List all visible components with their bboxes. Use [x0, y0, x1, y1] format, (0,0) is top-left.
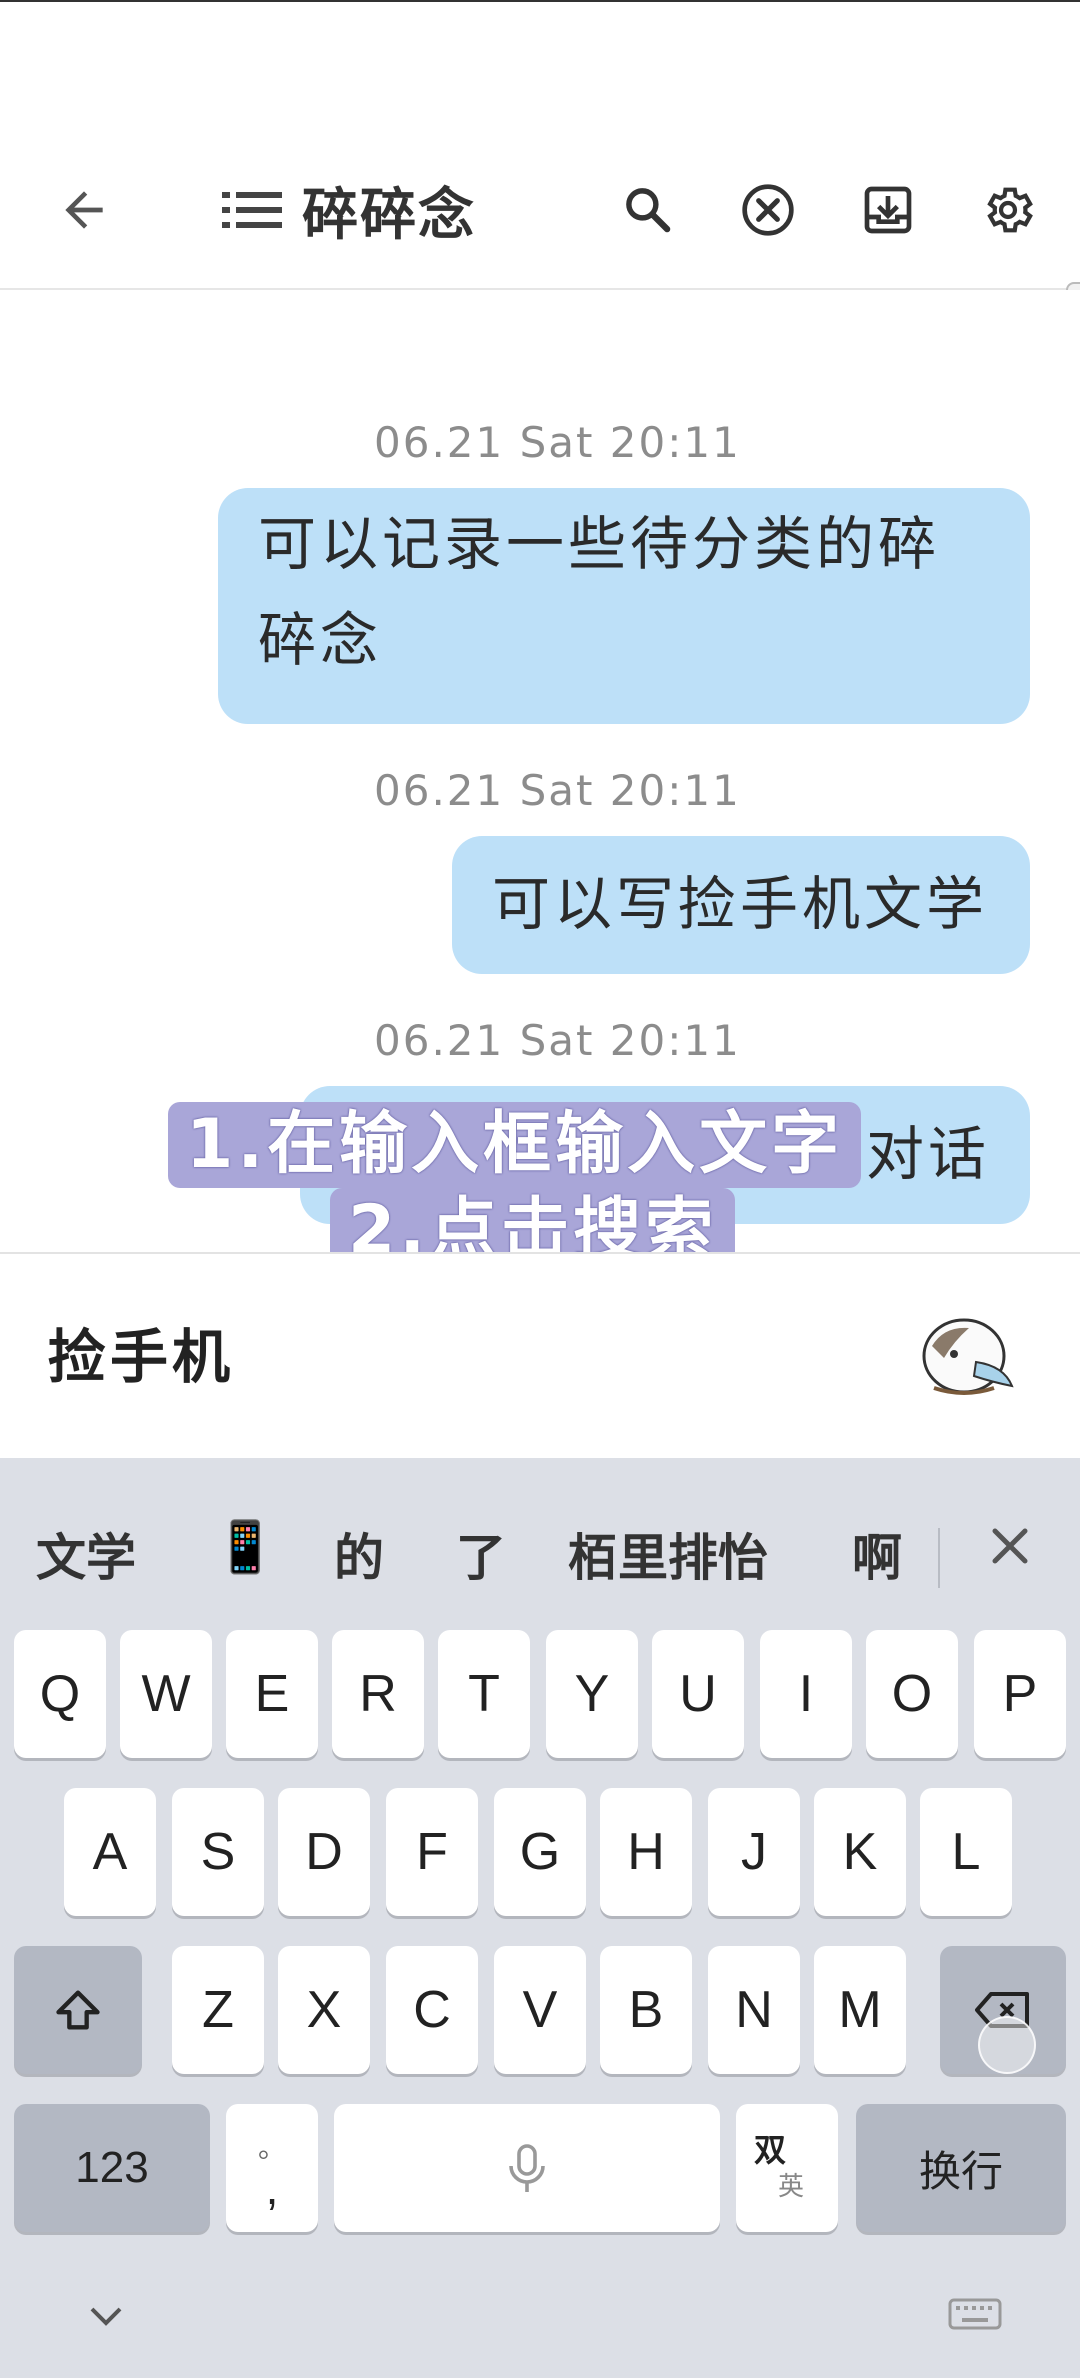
enter-key[interactable]: 换行: [856, 2104, 1066, 2232]
key-z[interactable]: Z: [172, 1946, 264, 2074]
key-f[interactable]: F: [386, 1788, 478, 1916]
key-m[interactable]: M: [814, 1946, 906, 2074]
key-w[interactable]: W: [120, 1630, 212, 1758]
key-d[interactable]: D: [278, 1788, 370, 1916]
key-a[interactable]: A: [64, 1788, 156, 1916]
key-r[interactable]: R: [332, 1630, 424, 1758]
timestamp: 06.21 Sat 20:11: [374, 418, 741, 467]
key-v[interactable]: V: [494, 1946, 586, 2074]
chevron-down-icon[interactable]: [86, 2302, 126, 2332]
key-p[interactable]: P: [974, 1630, 1066, 1758]
suggestion[interactable]: 了: [456, 1518, 506, 1590]
space-key[interactable]: [334, 2104, 720, 2232]
message-bubble[interactable]: 可以记录一些待分类的碎碎念: [218, 488, 1030, 724]
comma-key[interactable]: 。 ,: [226, 2104, 318, 2232]
status-bar: [0, 0, 1080, 120]
gear-icon[interactable]: [968, 170, 1048, 250]
suggestion[interactable]: 啊: [852, 1518, 902, 1590]
touch-indicator: [978, 2016, 1036, 2074]
keyboard-bottom-bar: [0, 2268, 1080, 2378]
key-k[interactable]: K: [814, 1788, 906, 1916]
key-l[interactable]: L: [920, 1788, 1012, 1916]
microphone-icon: [509, 2144, 545, 2192]
close-icon[interactable]: [980, 1516, 1040, 1576]
backspace-key[interactable]: [940, 1946, 1066, 2074]
suggestion[interactable]: 📱: [214, 1518, 276, 1577]
comma-key-label: ,: [265, 2162, 279, 2214]
suggestion[interactable]: 的: [334, 1518, 384, 1590]
key-c[interactable]: C: [386, 1946, 478, 2074]
search-input[interactable]: 捡手机: [48, 1310, 234, 1394]
timestamp: 06.21 Sat 20:11: [374, 1016, 741, 1065]
soft-keyboard: 文学 📱 的 了 栢里排怡 啊 Q W E R T Y U I O P A S …: [0, 1458, 1080, 2378]
timestamp: 06.21 Sat 20:11: [374, 766, 741, 815]
suggestion[interactable]: 栢里排怡: [568, 1518, 768, 1590]
key-j[interactable]: J: [708, 1788, 800, 1916]
key-q[interactable]: Q: [14, 1630, 106, 1758]
key-s[interactable]: S: [172, 1788, 264, 1916]
top-app-bar: 碎碎念: [0, 130, 1080, 290]
key-t[interactable]: T: [438, 1630, 530, 1758]
lang-key-primary: 双: [754, 2132, 787, 2168]
key-o[interactable]: O: [866, 1630, 958, 1758]
language-switch-key[interactable]: 双 英: [736, 2104, 838, 2232]
suggestion[interactable]: 文学: [36, 1518, 136, 1590]
key-h[interactable]: H: [600, 1788, 692, 1916]
key-x[interactable]: X: [278, 1946, 370, 2074]
key-e[interactable]: E: [226, 1630, 318, 1758]
search-icon[interactable]: [608, 170, 688, 250]
back-arrow-icon[interactable]: [44, 170, 124, 250]
divider: [938, 1528, 940, 1588]
key-g[interactable]: G: [494, 1788, 586, 1916]
shift-icon: [56, 1990, 100, 2030]
key-y[interactable]: Y: [546, 1630, 638, 1758]
suggestion-bar: 文学 📱 的 了 栢里排怡 啊: [0, 1458, 1080, 1608]
key-i[interactable]: I: [760, 1630, 852, 1758]
bird-avatar-icon[interactable]: [914, 1306, 1018, 1402]
keyboard-icon[interactable]: [948, 2298, 1002, 2334]
title-group[interactable]: 碎碎念: [222, 168, 476, 252]
shift-key[interactable]: [14, 1946, 142, 2074]
message-bubble[interactable]: 可以写捡手机文学: [452, 836, 1030, 974]
key-u[interactable]: U: [652, 1630, 744, 1758]
export-icon[interactable]: [848, 170, 928, 250]
lang-key-secondary: 英: [778, 2171, 805, 2201]
tutorial-caption-line1: 1.在输入框输入文字: [168, 1102, 862, 1188]
key-n[interactable]: N: [708, 1946, 800, 2074]
numbers-key[interactable]: 123: [14, 2104, 210, 2232]
key-b[interactable]: B: [600, 1946, 692, 2074]
page-title: 碎碎念: [302, 182, 476, 248]
clear-circle-icon[interactable]: [728, 170, 808, 250]
input-area: 捡手机: [0, 1252, 1080, 1458]
list-icon: [222, 192, 282, 228]
